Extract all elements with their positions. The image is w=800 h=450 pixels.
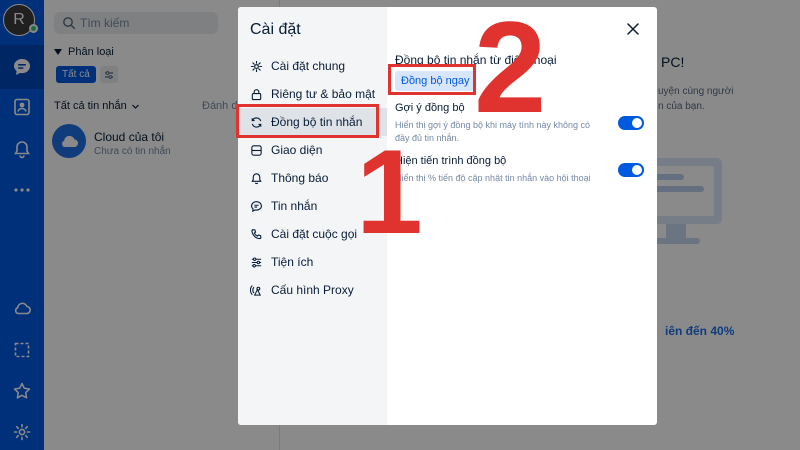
menu-item-label: Cấu hình Proxy [271, 283, 354, 297]
menu-item-label: Cài đặt cuộc gọi [271, 227, 358, 241]
satellite-icon [250, 284, 262, 296]
palette-icon [251, 144, 262, 156]
option-desc-sync-progress: Hiển thị % tiến độ cập nhật tin nhắn vào… [395, 173, 591, 183]
bell-icon [251, 172, 262, 184]
gear-icon [250, 60, 263, 72]
sync-progress-toggle[interactable] [618, 163, 644, 177]
menu-item-label: Riêng tư & bảo mật [271, 87, 376, 101]
menu-item-label: Tiện ích [271, 255, 314, 269]
step-number-2: 2 [474, 0, 547, 140]
lock-icon [251, 88, 262, 100]
sync-suggestion-toggle[interactable] [618, 116, 644, 130]
highlight-box-step-2 [388, 64, 476, 95]
phone-icon [251, 228, 262, 239]
menu-item-general[interactable]: Cài đặt chung [238, 52, 387, 80]
menu-item-label: Tin nhắn [271, 199, 318, 213]
message-icon [251, 200, 262, 212]
menu-item-proxy[interactable]: Cấu hình Proxy [238, 276, 387, 304]
option-title-sync-suggestion: Gợi ý đồng bộ [395, 102, 465, 114]
step-number-1: 1 [356, 125, 423, 259]
menu-item-label: Thông báo [271, 171, 329, 185]
dialog-title: Cài đặt [250, 21, 301, 38]
menu-item-label: Cài đặt chung [271, 59, 346, 73]
menu-item-label: Giao diện [271, 143, 323, 157]
sliders-icon [251, 257, 262, 267]
